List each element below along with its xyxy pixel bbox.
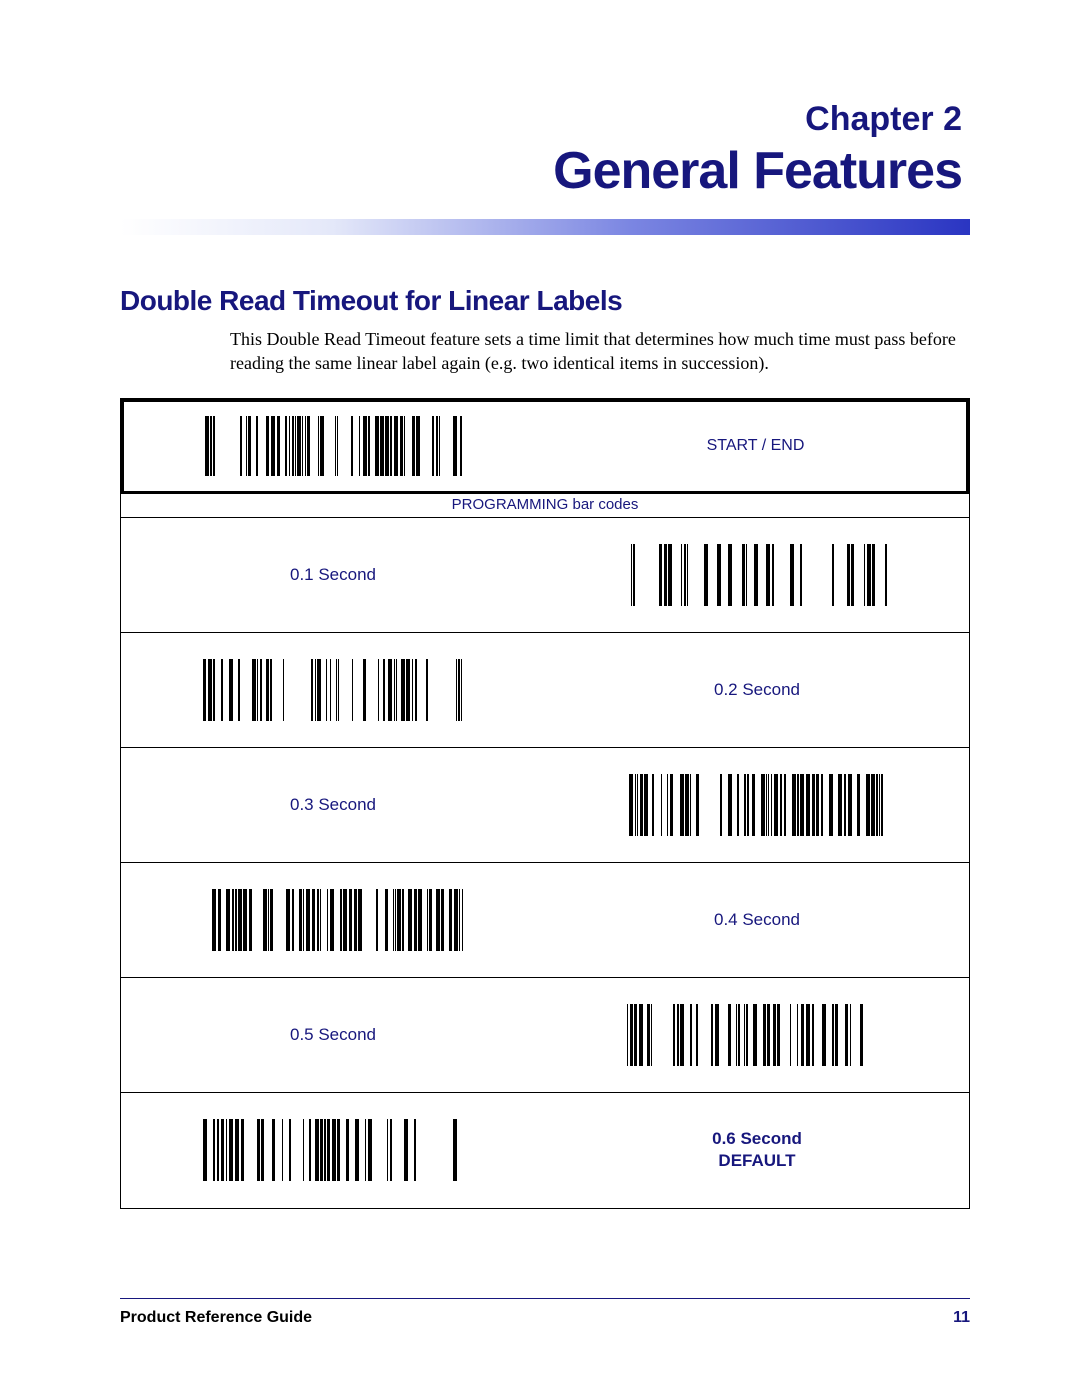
label-cell: 0.3 Second: [121, 748, 545, 862]
barcode-cell: [121, 863, 545, 977]
label-cell: 0.2 Second: [545, 633, 969, 747]
barcode-cell: [545, 748, 969, 862]
barcode-table: START / END PROGRAMMING bar codes 0.1 Se…: [120, 398, 970, 1209]
barcode-icon: [203, 1119, 463, 1181]
barcode-icon: [627, 774, 887, 836]
footer-left: Product Reference Guide: [120, 1309, 312, 1327]
table-row: 0.3 Second: [121, 748, 969, 863]
table-row: 0.4 Second: [121, 863, 969, 978]
header-barcode-cell: [124, 402, 545, 491]
table-row: 0.1 Second: [121, 518, 969, 633]
barcode-start-end: [205, 416, 465, 476]
table-header-row: START / END: [121, 399, 969, 494]
label-cell: 0.1 Second: [121, 518, 545, 632]
barcode-icon: [627, 544, 887, 606]
chapter-title: General Features: [120, 141, 962, 201]
section-heading: Double Read Timeout for Linear Labels: [120, 285, 970, 317]
barcode-cell: [545, 518, 969, 632]
programming-caption: PROGRAMMING bar codes: [121, 494, 969, 518]
barcode-cell: [121, 1093, 545, 1208]
barcode-icon: [627, 1004, 887, 1066]
header-start-end-label: START / END: [545, 402, 966, 491]
barcode-icon: [203, 659, 463, 721]
page-footer: Product Reference Guide 11: [120, 1298, 970, 1327]
label-cell: 0.6 SecondDEFAULT: [545, 1093, 969, 1208]
table-row: 0.6 SecondDEFAULT: [121, 1093, 969, 1208]
barcode-cell: [121, 633, 545, 747]
chapter-number: Chapter 2: [120, 100, 962, 139]
footer-page-number: 11: [953, 1309, 970, 1327]
label-cell: 0.5 Second: [121, 978, 545, 1092]
label-cell: 0.4 Second: [545, 863, 969, 977]
section-body: This Double Read Timeout feature sets a …: [230, 327, 970, 376]
barcode-cell: [545, 978, 969, 1092]
table-row: 0.2 Second: [121, 633, 969, 748]
table-row: 0.5 Second: [121, 978, 969, 1093]
divider-gradient: [120, 219, 970, 235]
barcode-icon: [203, 889, 463, 951]
